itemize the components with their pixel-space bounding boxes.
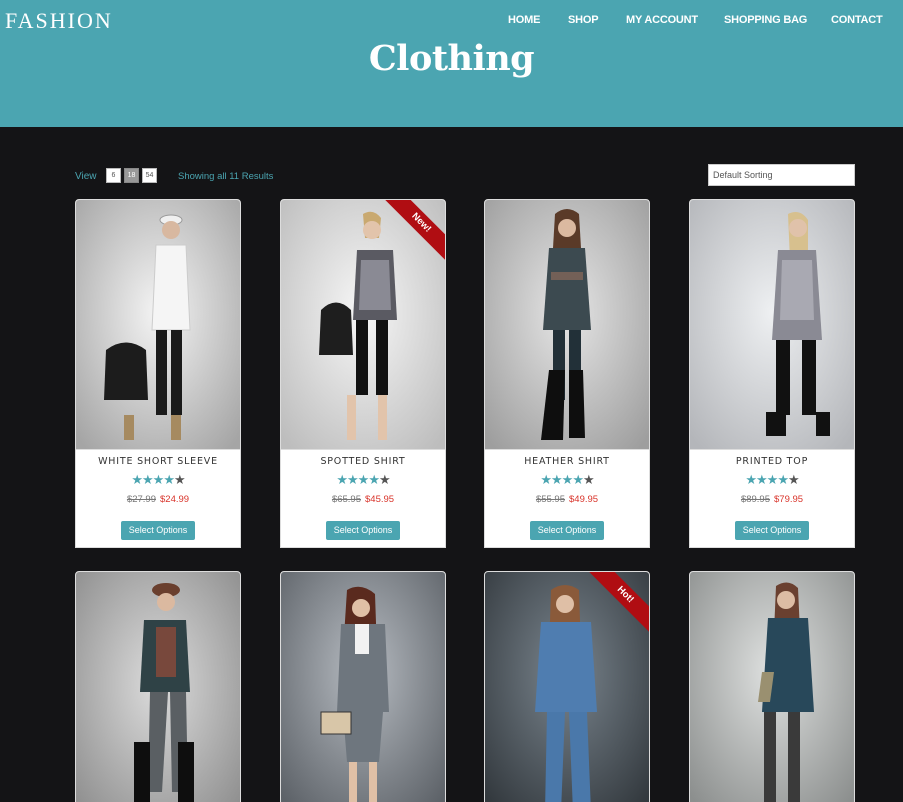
select-options-button[interactable]: Select Options [121,521,195,540]
product-name[interactable]: HEATHER SHIRT [485,456,649,468]
rating-stars: ★★★★★ [745,472,799,487]
product-card[interactable] [75,571,241,802]
product-name[interactable]: SPOTTED SHIRT [281,456,445,468]
model-photo-icon [281,572,445,802]
select-options-button[interactable]: Select Options [530,521,604,540]
select-options-button[interactable]: Select Options [326,521,400,540]
view-option-54[interactable]: 54 [142,168,157,183]
product-card[interactable]: HEATHER SHIRT ★★★★★ $55.95 $49.95 Select … [484,199,650,548]
product-image[interactable] [485,200,649,450]
product-image[interactable]: New! [281,200,445,450]
model-photo-icon [690,572,854,802]
product-price: $65.95 $45.95 [281,494,445,508]
product-price: $89.95 $79.95 [690,494,854,508]
product-name[interactable]: PRINTED TOP [690,456,854,468]
view-label: View [75,171,97,182]
nav-shopping-bag[interactable]: SHOPPING BAG [724,14,807,26]
view-option-18[interactable]: 18 [124,168,139,183]
model-photo-icon [690,200,854,449]
product-card[interactable] [689,571,855,802]
page-title: Clothing [368,38,535,79]
sale-price: $49.95 [569,494,599,505]
shop-toolbar: View 6 18 54 Showing all 11 Results Defa… [75,164,855,186]
product-image[interactable] [76,572,240,802]
product-image[interactable]: Hot! [485,572,649,802]
select-options-button[interactable]: Select Options [735,521,809,540]
nav-my-account[interactable]: MY ACCOUNT [626,14,698,26]
product-card[interactable]: PRINTED TOP ★★★★★ $89.95 $79.95 Select Op… [689,199,855,548]
nav-shop[interactable]: SHOP [568,14,599,26]
product-card[interactable]: WHITE SHORT SLEEVE ★★★★★ $27.99 $24.99 Se… [75,199,241,548]
model-photo-icon [281,200,445,449]
nav-home[interactable]: HOME [508,14,540,26]
results-count: Showing all 11 Results [178,171,274,182]
product-price: $55.95 $49.95 [485,494,649,508]
product-card[interactable]: Hot! [484,571,650,802]
view-option-6[interactable]: 6 [106,168,121,183]
old-price: $65.95 [331,494,361,505]
model-photo-icon [485,200,649,449]
main-nav: HOME SHOP MY ACCOUNT SHOPPING BAG CONTAC… [0,14,903,30]
product-price: $27.99 $24.99 [76,494,240,508]
product-image[interactable] [690,572,854,802]
product-name[interactable]: WHITE SHORT SLEEVE [76,456,240,468]
rating-stars: ★★★★★ [336,472,390,487]
model-photo-icon [76,572,240,802]
old-price: $89.95 [740,494,770,505]
sort-select[interactable]: Default Sorting [708,164,855,186]
product-image[interactable] [690,200,854,450]
old-price: $27.99 [126,494,156,505]
rating-stars: ★★★★★ [131,472,185,487]
sale-price: $24.99 [160,494,190,505]
product-image[interactable] [281,572,445,802]
product-card[interactable] [280,571,446,802]
rating-stars: ★★★★★ [540,472,594,487]
model-photo-icon [76,200,240,449]
site-header: FASHION HOME SHOP MY ACCOUNT SHOPPING BA… [0,0,903,127]
sale-price: $79.95 [774,494,804,505]
product-card[interactable]: New! SPOTTED SHIRT ★★★★★ $65.95 $45.95 Se… [280,199,446,548]
sale-price: $45.95 [365,494,395,505]
old-price: $55.95 [535,494,565,505]
product-image[interactable] [76,200,240,450]
nav-contact[interactable]: CONTACT [831,14,883,26]
